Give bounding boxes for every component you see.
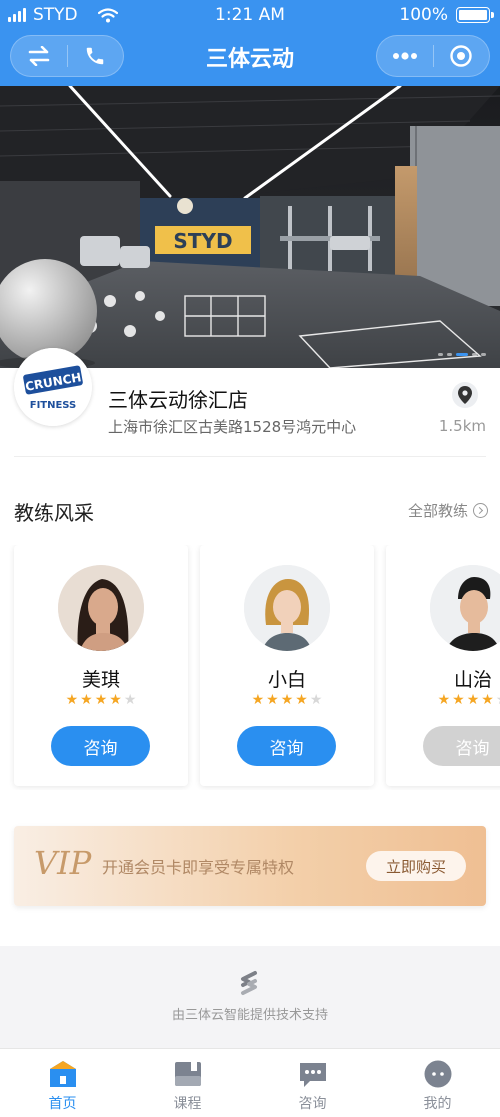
target-icon <box>450 45 472 67</box>
star-empty-icon: ★ <box>496 693 500 707</box>
coach-name: 山治 <box>453 669 492 691</box>
coach-card[interactable]: 美琪 ★ ★ ★ ★ ★ 咨询 <box>14 545 188 786</box>
rating-stars: ★★★★★ <box>386 693 500 707</box>
coach-card[interactable]: 小白 ★ ★ ★ ★ ★ 咨询 <box>200 545 374 786</box>
vip-label: VIP <box>34 844 92 882</box>
carousel-dot[interactable] <box>472 353 477 356</box>
coach-name: 美琪 <box>81 669 120 691</box>
right-capsule <box>376 35 490 77</box>
nav-bar: 三体云动 <box>0 30 500 86</box>
star-icon: ★ <box>266 692 279 708</box>
status-right: 100% <box>399 5 494 25</box>
rating-stars: ★★★★★ <box>14 693 188 707</box>
more-button[interactable] <box>377 35 433 77</box>
banner-carousel[interactable]: STYD <box>0 86 500 368</box>
star-icon: ★ <box>481 692 494 708</box>
carousel-dot[interactable] <box>481 353 486 356</box>
divider <box>14 456 486 457</box>
tab-label: 咨询 <box>298 1096 327 1112</box>
status-bar: STYD 1:21 AM 100% <box>0 0 500 30</box>
circle-arrow-right-icon <box>473 503 488 518</box>
tab-label: 首页 <box>48 1096 77 1112</box>
store-info[interactable]: CRUNCH FITNESS 三体云动徐汇店 上海市徐汇区古美路1528号鸿元中… <box>0 348 500 458</box>
carousel-dot-active[interactable] <box>456 353 468 356</box>
consult-button[interactable]: 咨询 <box>51 726 150 766</box>
coach-photo-icon <box>58 565 144 651</box>
store-distance: 1.5km <box>438 417 486 435</box>
star-icon: ★ <box>109 692 122 708</box>
footer: 由三体云智能提供技术支持 <box>0 946 500 1048</box>
more-dots-icon <box>392 52 417 60</box>
tab-profile[interactable]: 我的 <box>375 1049 500 1117</box>
star-icon: ★ <box>466 692 480 708</box>
coach-avatar <box>430 565 500 651</box>
gym-interior-image: STYD <box>0 86 500 368</box>
star-icon: ★ <box>94 692 108 708</box>
star-icon: ★ <box>65 692 79 708</box>
crunch-logo-icon: CRUNCH FITNESS <box>14 348 92 426</box>
coach-photo-icon <box>244 565 330 651</box>
star-icon: ★ <box>452 692 465 708</box>
carousel-dot[interactable] <box>438 353 443 356</box>
coaches-section-title: 教练风采 <box>14 501 94 525</box>
vip-description: 开通会员卡即享受专属特权 <box>102 858 295 877</box>
chat-icon <box>300 1063 326 1087</box>
star-icon: ★ <box>280 692 294 708</box>
tab-label: 课程 <box>173 1096 202 1112</box>
location-button[interactable] <box>452 382 478 408</box>
carousel-indicator <box>434 353 486 356</box>
store-address: 上海市徐汇区古美路1528号鸿元中心 <box>108 418 357 436</box>
bottom-tab-bar: 首页 课程 咨询 我的 <box>0 1048 500 1117</box>
coach-photo-icon <box>430 565 500 651</box>
tab-label: 我的 <box>423 1096 452 1112</box>
close-miniprogram-button[interactable] <box>433 35 489 77</box>
store-logo: CRUNCH FITNESS <box>14 348 92 426</box>
all-coaches-label: 全部教练 <box>407 502 468 520</box>
store-name: 三体云动徐汇店 <box>108 388 248 412</box>
coach-name: 小白 <box>267 669 306 691</box>
profile-icon <box>424 1060 452 1088</box>
coach-avatar <box>244 565 330 651</box>
tab-home[interactable]: 首页 <box>0 1049 125 1117</box>
banner-wall-text: STYD <box>173 229 232 253</box>
tab-consult[interactable]: 咨询 <box>250 1049 375 1117</box>
rating-stars: ★★★★★ <box>200 693 374 707</box>
battery-percent: 100% <box>399 5 448 25</box>
coach-card[interactable]: 山治 ★★★★★ 咨询 <box>386 545 500 786</box>
course-icon <box>175 1062 201 1086</box>
star-icon: ★ <box>295 692 308 708</box>
buy-now-button[interactable]: 立即购买 <box>366 851 466 881</box>
star-icon: ★ <box>251 692 265 708</box>
star-icon: ★ <box>80 692 93 708</box>
powered-by-text: 由三体云智能提供技术支持 <box>171 1008 328 1023</box>
star-empty-icon: ★ <box>123 692 137 708</box>
all-coaches-link[interactable]: 全部教练 <box>408 500 488 521</box>
star-empty-icon: ★ <box>309 692 323 708</box>
coach-carousel[interactable]: 美琪 ★ ★ ★ ★ ★ 咨询 小白 ★ ★ ★ ★ ★ 咨询 山治 ★ ★ ★… <box>0 545 500 790</box>
home-icon <box>50 1061 76 1087</box>
coach-avatar <box>58 565 144 651</box>
location-pin-icon <box>458 386 472 404</box>
logo-text-bottom: FITNESS <box>30 400 77 411</box>
consult-button[interactable]: 咨询 <box>237 726 336 766</box>
star-icon: ★ <box>437 692 451 708</box>
styd-brand-icon <box>241 971 257 995</box>
battery-icon <box>456 7 494 23</box>
tab-courses[interactable]: 课程 <box>125 1049 250 1117</box>
vip-banner[interactable]: VIP 开通会员卡即享受专属特权 立即购买 <box>14 826 486 906</box>
carousel-dot[interactable] <box>447 353 452 356</box>
consult-button-disabled[interactable]: 咨询 <box>423 726 500 766</box>
